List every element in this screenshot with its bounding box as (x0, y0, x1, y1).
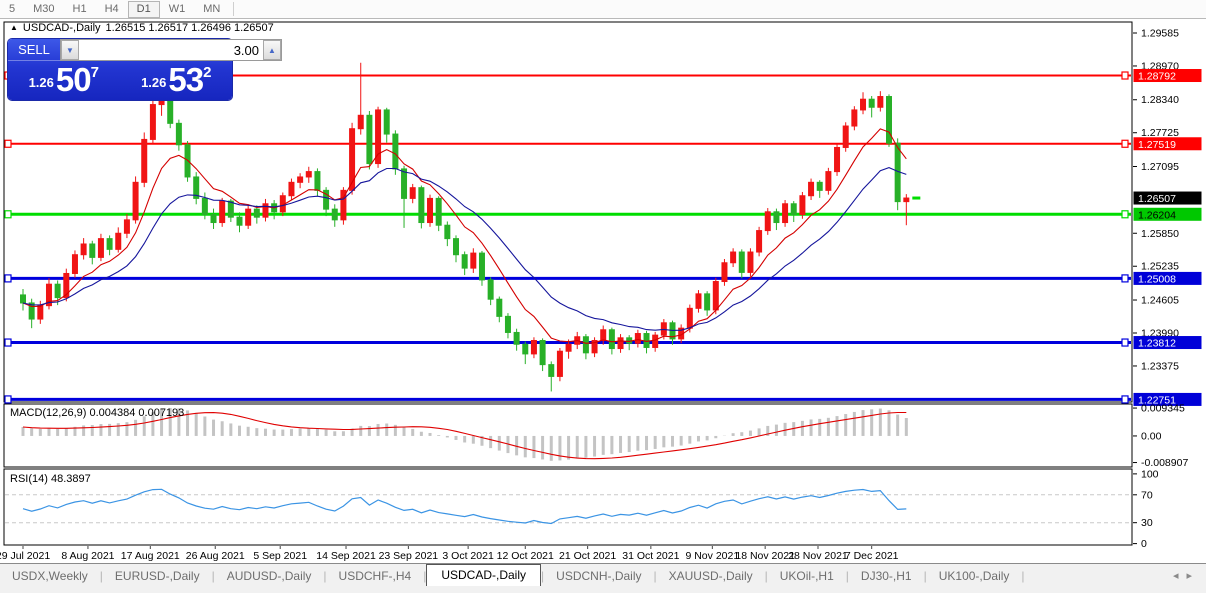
macd-indicator-label: MACD(12,26,9) 0.004384 0.007193 (10, 407, 184, 419)
price-badge-label: 1.28792 (1138, 71, 1176, 83)
sell-price-prefix: 1.26 (29, 70, 54, 96)
tab-eurusd-daily[interactable]: EURUSD-,Daily (103, 566, 212, 586)
date-axis-label: 5 Sep 2021 (253, 550, 307, 562)
price-axis-label: 1.24605 (1141, 295, 1179, 307)
price-axis-label: 1.23375 (1141, 360, 1179, 372)
date-axis-label: 14 Sep 2021 (316, 550, 376, 562)
price-axis-label: 1.25235 (1141, 261, 1179, 273)
date-axis-label: 21 Oct 2021 (559, 550, 616, 562)
level-handle-left[interactable] (5, 396, 11, 403)
price-badge-label: 1.26507 (1138, 193, 1176, 205)
rsi-axis-label: 30 (1141, 517, 1153, 529)
price-badge-label: 1.26204 (1138, 209, 1176, 221)
tab-uk100-daily[interactable]: UK100-,Daily (927, 566, 1022, 586)
macd-axis-label: 0.00 (1141, 430, 1162, 442)
level-handle-right[interactable] (1122, 140, 1128, 147)
date-axis-label: 17 Aug 2021 (121, 550, 180, 562)
last-price-marker (912, 197, 920, 200)
level-handle-right[interactable] (1122, 211, 1128, 218)
date-axis-label: 18 Nov 2021 (735, 550, 795, 562)
date-axis-label: 26 Aug 2021 (186, 550, 245, 562)
tab-audusd-daily[interactable]: AUDUSD-,Daily (215, 566, 324, 586)
sell-price-big: 50 (56, 63, 91, 96)
tab-divider: | (1021, 566, 1024, 586)
level-handle-left[interactable] (5, 275, 11, 282)
sell-button[interactable]: SELL (8, 39, 60, 61)
date-axis-label: 28 Nov 2021 (788, 550, 848, 562)
rsi-axis-label: 100 (1141, 468, 1159, 480)
chart-symbol-label: USDCAD-,Daily (23, 22, 101, 34)
volume-increase-button[interactable]: ▲ (263, 40, 281, 60)
tab-scroll-arrows: ◂▸ (1169, 569, 1196, 586)
tab-scroll-right-icon[interactable]: ▸ (1182, 570, 1196, 582)
tab-usdcnh-daily[interactable]: USDCNH-,Daily (544, 566, 653, 586)
date-axis-label: 23 Sep 2021 (379, 550, 439, 562)
collapse-panel-icon[interactable]: ▲ (10, 23, 18, 33)
trading-app-window: 5M30H1H4D1W1MN 1.295851.289701.283401.27… (0, 0, 1206, 593)
chart-ohlc-values: 1.26515 1.26517 1.26496 1.26507 (106, 22, 274, 34)
level-handle-right[interactable] (1122, 396, 1128, 403)
chart-title: ▲ USDCAD-,Daily 1.26515 1.26517 1.26496 … (10, 22, 274, 34)
date-axis-label: 3 Oct 2021 (442, 550, 494, 562)
tab-ukoil-h1[interactable]: UKOil-,H1 (768, 566, 846, 586)
chart-tab-bar: USDX,Weekly|EURUSD-,Daily|AUDUSD-,Daily|… (0, 563, 1206, 586)
tab-usdchf-h4[interactable]: USDCHF-,H4 (327, 566, 424, 586)
level-handle-left[interactable] (5, 211, 11, 218)
volume-widget: ▼ ▲ (60, 39, 282, 61)
status-strip (0, 586, 1206, 593)
one-click-trading-panel: SELL ▼ ▲ BUY 1.26 50 7 1.26 53 2 (8, 39, 232, 100)
price-badge-label: 1.23812 (1138, 338, 1176, 350)
level-handle-left[interactable] (5, 339, 11, 346)
price-axis-label: 1.28340 (1141, 94, 1179, 106)
volume-decrease-button[interactable]: ▼ (61, 40, 79, 60)
level-handle-right[interactable] (1122, 72, 1128, 79)
tab-xauusd-daily[interactable]: XAUUSD-,Daily (657, 566, 765, 586)
rsi-indicator-label: RSI(14) 48.3897 (10, 473, 91, 485)
date-axis-label: 9 Nov 2021 (685, 550, 739, 562)
buy-price-quote[interactable]: 1.26 53 2 (123, 63, 231, 97)
date-axis-label: 8 Aug 2021 (61, 550, 114, 562)
sell-price-pip: 7 (91, 65, 99, 80)
buy-button[interactable]: BUY (282, 39, 309, 61)
rsi-axis-label: 0 (1141, 538, 1147, 550)
tab-usdx-weekly[interactable]: USDX,Weekly (0, 566, 100, 586)
date-axis-label: 12 Oct 2021 (497, 550, 554, 562)
buy-price-prefix: 1.26 (141, 70, 166, 96)
level-handle-left[interactable] (5, 140, 11, 147)
price-axis-label: 1.25850 (1141, 228, 1179, 240)
buy-price-big: 53 (168, 63, 203, 96)
tab-scroll-left-icon[interactable]: ◂ (1169, 570, 1183, 582)
rsi-axis-label: 70 (1141, 489, 1153, 501)
buy-price-pip: 2 (203, 65, 211, 80)
price-axis-label: 1.27095 (1141, 161, 1179, 173)
tab-dj30-h1[interactable]: DJ30-,H1 (849, 566, 924, 586)
date-axis-label: 29 Jul 2021 (0, 550, 50, 562)
date-axis-label: 7 Dec 2021 (845, 550, 899, 562)
level-handle-right[interactable] (1122, 339, 1128, 346)
macd-axis-label: 0.009345 (1141, 403, 1185, 415)
price-badge-label: 1.27519 (1138, 139, 1176, 151)
price-badge-label: 1.25008 (1138, 273, 1176, 285)
level-handle-right[interactable] (1122, 275, 1128, 282)
macd-axis-label: -0.008907 (1141, 457, 1188, 469)
volume-input[interactable] (79, 40, 263, 60)
sell-price-quote[interactable]: 1.26 50 7 (10, 63, 118, 97)
tab-usdcad-daily[interactable]: USDCAD-,Daily (426, 564, 541, 586)
date-axis-label: 31 Oct 2021 (622, 550, 679, 562)
rsi-pane (4, 469, 1132, 545)
price-axis-label: 1.29585 (1141, 27, 1179, 39)
